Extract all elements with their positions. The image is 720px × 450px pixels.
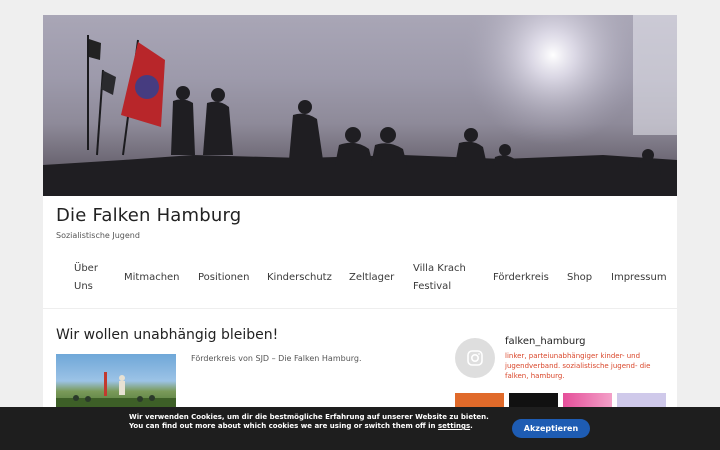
nav-item-shop[interactable]: Shop	[567, 269, 592, 287]
instagram-avatar[interactable]	[455, 338, 495, 378]
instagram-bio: linker, parteiunabhängiger kinder- und j…	[505, 352, 651, 380]
page-container: Die Falken Hamburg Sozialistische Jugend…	[43, 15, 677, 450]
instagram-icon	[467, 350, 483, 366]
post-excerpt: Förderkreis von SJD – Die Falken Hamburg…	[191, 354, 362, 363]
cookie-settings-link[interactable]: settings	[438, 422, 470, 430]
cookie-text-line2: You can find out more about which cookie…	[129, 422, 473, 430]
nav-item-zeltlager[interactable]: Zeltlager	[349, 269, 394, 287]
header-banner-image[interactable]	[43, 15, 677, 196]
nav-item-mitmachen[interactable]: Mitmachen	[124, 269, 180, 287]
nav-item-positionen[interactable]: Positionen	[198, 269, 249, 287]
nav-item-impressum[interactable]: Impressum	[611, 269, 667, 287]
instagram-username[interactable]: falken_hamburg	[505, 336, 586, 347]
post-title[interactable]: Wir wollen unabhängig bleiben!	[56, 327, 278, 343]
nav-item-ueber-uns[interactable]: Über Uns	[74, 260, 98, 296]
site-tagline: Sozialistische Jugend	[56, 231, 140, 240]
site-title[interactable]: Die Falken Hamburg	[56, 205, 241, 226]
nav-item-label: Uns	[74, 281, 93, 292]
nav-divider	[43, 308, 677, 309]
cookie-text-prefix: You can find out more about which cookie…	[129, 422, 438, 430]
nav-item-foerderkreis[interactable]: Förderkreis	[493, 269, 549, 287]
banner-photo	[43, 15, 677, 196]
cookie-consent-bar: Wir verwenden Cookies, um dir die bestmö…	[0, 407, 720, 450]
post-thumbnail[interactable]	[56, 354, 176, 414]
nav-item-kinderschutz[interactable]: Kinderschutz	[267, 269, 332, 287]
cookie-text-suffix: .	[470, 422, 473, 430]
nav-item-villa-krach-festival[interactable]: Villa Krach Festival	[413, 260, 466, 296]
nav-item-label: Über	[74, 263, 98, 274]
post-thumbnail-photo	[56, 372, 176, 414]
accept-cookies-button[interactable]: Akzeptieren	[512, 419, 590, 438]
nav-item-label: Festival	[413, 281, 452, 292]
cookie-text-line1: Wir verwenden Cookies, um dir die bestmö…	[129, 413, 489, 421]
nav-item-label: Villa Krach	[413, 263, 466, 274]
main-navigation: Über Uns Mitmachen Positionen Kinderschu…	[43, 257, 677, 309]
